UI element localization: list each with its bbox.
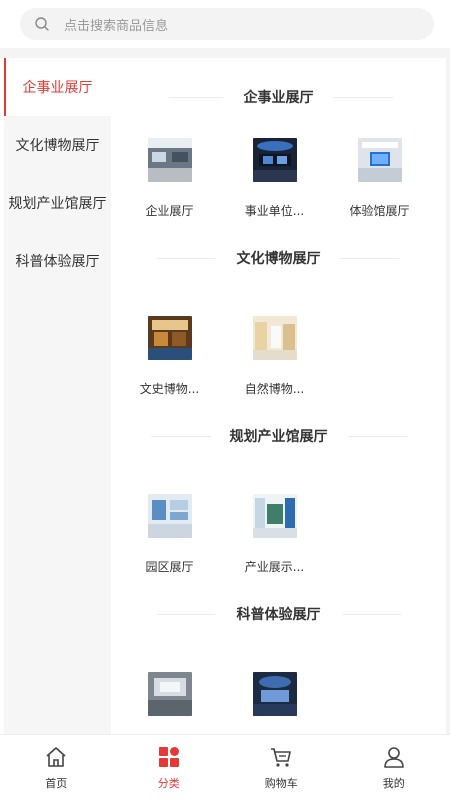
search-placeholder: 点击搜索商品信息 xyxy=(64,18,169,34)
product-item[interactable]: 文史博物... xyxy=(117,286,222,406)
cart-icon xyxy=(271,748,292,767)
section-title: 科普体验展厅 xyxy=(111,584,446,644)
product-label: 事业单位... xyxy=(244,204,305,218)
product-label: 企业展厅 xyxy=(145,204,194,218)
section-title: 文化博物展厅 xyxy=(111,228,446,288)
product-label: 园区展厅 xyxy=(145,560,194,574)
section-title-text: 文化博物展厅 xyxy=(226,248,331,268)
tab-label: 首页 xyxy=(45,777,68,790)
product-label: 体验馆展厅 xyxy=(349,204,410,218)
divider xyxy=(0,48,450,58)
sidebar-item-enterprise[interactable]: 企事业展厅 xyxy=(4,58,111,116)
product-thumbnail xyxy=(252,672,297,716)
tab-home[interactable]: 首页 xyxy=(0,735,113,800)
title-line-right xyxy=(333,97,393,98)
title-line-left xyxy=(169,97,223,98)
product-grid xyxy=(111,642,446,734)
divider xyxy=(446,58,450,734)
product-thumbnail xyxy=(147,672,192,716)
bottom-tab-bar: 首页 分类 购物车 我的 xyxy=(0,734,450,800)
sidebar-item-planning-industry[interactable]: 规划产业馆展厅 xyxy=(4,174,111,232)
tab-category[interactable]: 分类 xyxy=(113,735,226,800)
product-label: 文史博物... xyxy=(139,382,200,396)
category-content: 企事业展厅 企业展厅 事业单位... 体验馆展厅 文化博物展厅 文史博物... … xyxy=(111,58,446,734)
product-item[interactable] xyxy=(117,642,222,734)
section-title: 企事业展厅 xyxy=(111,66,446,128)
title-line-right xyxy=(347,436,407,437)
product-thumbnail xyxy=(252,138,297,182)
section-title-text: 企事业展厅 xyxy=(233,87,324,107)
product-label: 产业展示... xyxy=(244,560,305,574)
title-line-right xyxy=(343,614,401,615)
product-thumbnail xyxy=(252,494,297,538)
section-title-text: 科普体验展厅 xyxy=(226,604,331,624)
product-label: 自然博物... xyxy=(244,382,305,396)
product-thumbnail xyxy=(147,494,192,538)
user-icon xyxy=(383,747,404,768)
product-thumbnail xyxy=(252,316,297,360)
product-grid: 园区展厅 产业展示... xyxy=(111,464,446,584)
title-line-right xyxy=(339,258,399,259)
product-item[interactable]: 自然博物... xyxy=(222,286,327,406)
category-sidebar: 企事业展厅 文化博物展厅 规划产业馆展厅 科普体验展厅 xyxy=(4,58,111,734)
sidebar-item-label: 规划产业馆展厅 xyxy=(8,196,107,212)
search-bar: 点击搜索商品信息 xyxy=(0,0,450,48)
search-input[interactable]: 点击搜索商品信息 xyxy=(20,8,434,40)
product-thumbnail xyxy=(147,138,192,182)
product-item[interactable]: 产业展示... xyxy=(222,464,327,584)
product-thumbnail xyxy=(147,316,192,360)
search-icon xyxy=(35,17,49,31)
category-icon xyxy=(158,747,179,767)
title-line-left xyxy=(157,614,215,615)
section-title: 规划产业馆展厅 xyxy=(111,406,446,466)
sidebar-item-label: 文化博物展厅 xyxy=(15,138,100,154)
section-title-text: 规划产业馆展厅 xyxy=(219,426,338,446)
home-icon xyxy=(46,747,66,767)
tab-label: 分类 xyxy=(157,777,180,790)
tab-label: 我的 xyxy=(382,777,405,790)
title-line-left xyxy=(151,436,211,437)
tab-profile[interactable]: 我的 xyxy=(338,735,450,800)
sidebar-item-label: 企事业展厅 xyxy=(22,80,93,96)
tab-cart[interactable]: 购物车 xyxy=(225,735,338,800)
sidebar-item-culture-museum[interactable]: 文化博物展厅 xyxy=(4,116,111,174)
product-item[interactable]: 园区展厅 xyxy=(117,464,222,584)
product-item[interactable] xyxy=(222,642,327,734)
sidebar-item-science[interactable]: 科普体验展厅 xyxy=(4,232,111,290)
title-line-left xyxy=(157,258,215,259)
product-grid: 文史博物... 自然博物... xyxy=(111,286,446,406)
product-thumbnail xyxy=(357,138,402,182)
tab-label: 购物车 xyxy=(264,777,298,790)
sidebar-item-label: 科普体验展厅 xyxy=(15,254,100,270)
